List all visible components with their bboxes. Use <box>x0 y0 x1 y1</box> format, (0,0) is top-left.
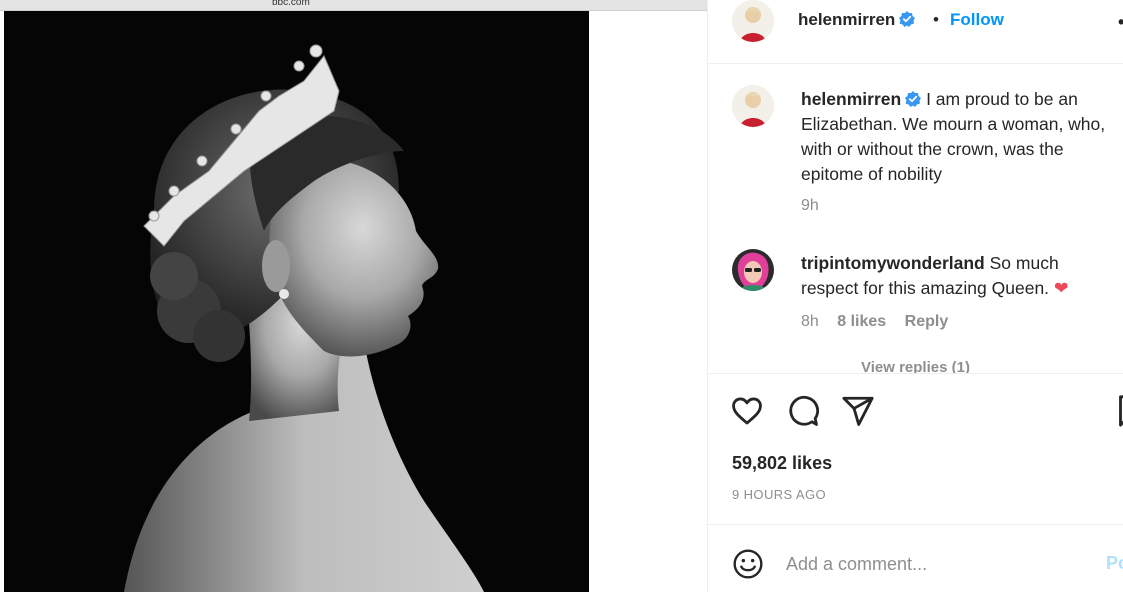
emoji-smiley-icon[interactable] <box>732 548 764 580</box>
comment-time: 8h <box>801 313 819 330</box>
caption-username[interactable]: helenmirren <box>801 89 901 109</box>
caption-author-avatar[interactable] <box>732 85 774 127</box>
comments-list[interactable]: helenmirren I am proud to be an Elizabet… <box>708 65 1123 373</box>
more-options-icon[interactable]: • <box>1118 12 1123 33</box>
post-details-panel: helenmirren • Follow • helenmirren I am … <box>707 0 1123 592</box>
post-media-panel: bbc.com <box>0 0 707 592</box>
commenter-avatar[interactable] <box>732 249 774 291</box>
media-browser-bar: bbc.com <box>0 0 707 11</box>
author-username[interactable]: helenmirren <box>798 10 916 30</box>
post-actions: 59,802 likes 9 HOURS AGO <box>708 373 1123 525</box>
author-avatar[interactable] <box>732 0 774 42</box>
post-time-ago: 9 HOURS AGO <box>732 487 826 502</box>
post-header: helenmirren • Follow • <box>708 0 1123 64</box>
reply-button[interactable]: Reply <box>905 313 949 330</box>
bookmark-icon[interactable] <box>1112 394 1123 428</box>
comment-input[interactable] <box>786 548 1086 580</box>
comment-likes-link[interactable]: 8 likes <box>837 313 886 330</box>
likes-count[interactable]: 59,802 likes <box>732 453 832 474</box>
comment-meta: 8h 8 likes Reply <box>801 313 962 331</box>
header-separator: • <box>933 10 939 29</box>
post-photo[interactable] <box>4 11 589 592</box>
share-icon[interactable] <box>841 394 875 428</box>
caption-meta: 9h <box>801 197 833 215</box>
post-comment-button[interactable]: Post <box>1106 553 1123 574</box>
add-comment-bar: Post <box>708 526 1123 592</box>
comment-text-block: tripintomywonderland So much respect for… <box>801 251 1111 301</box>
caption-text-block: helenmirren I am proud to be an Elizabet… <box>801 87 1111 187</box>
view-replies-button[interactable]: View replies (1) <box>801 359 970 373</box>
follow-button[interactable]: Follow <box>950 10 1004 30</box>
caption-verified-badge-icon <box>905 91 922 107</box>
heart-icon[interactable] <box>730 394 764 428</box>
author-username-text[interactable]: helenmirren <box>798 10 895 29</box>
comment-icon[interactable] <box>786 394 820 428</box>
caption-time: 9h <box>801 197 819 214</box>
heart-emoji-icon: ❤ <box>1053 278 1069 298</box>
commenter-username[interactable]: tripintomywonderland <box>801 253 985 273</box>
media-source-url: bbc.com <box>272 0 310 8</box>
verified-badge-icon <box>899 11 916 27</box>
portrait-image <box>4 11 589 592</box>
